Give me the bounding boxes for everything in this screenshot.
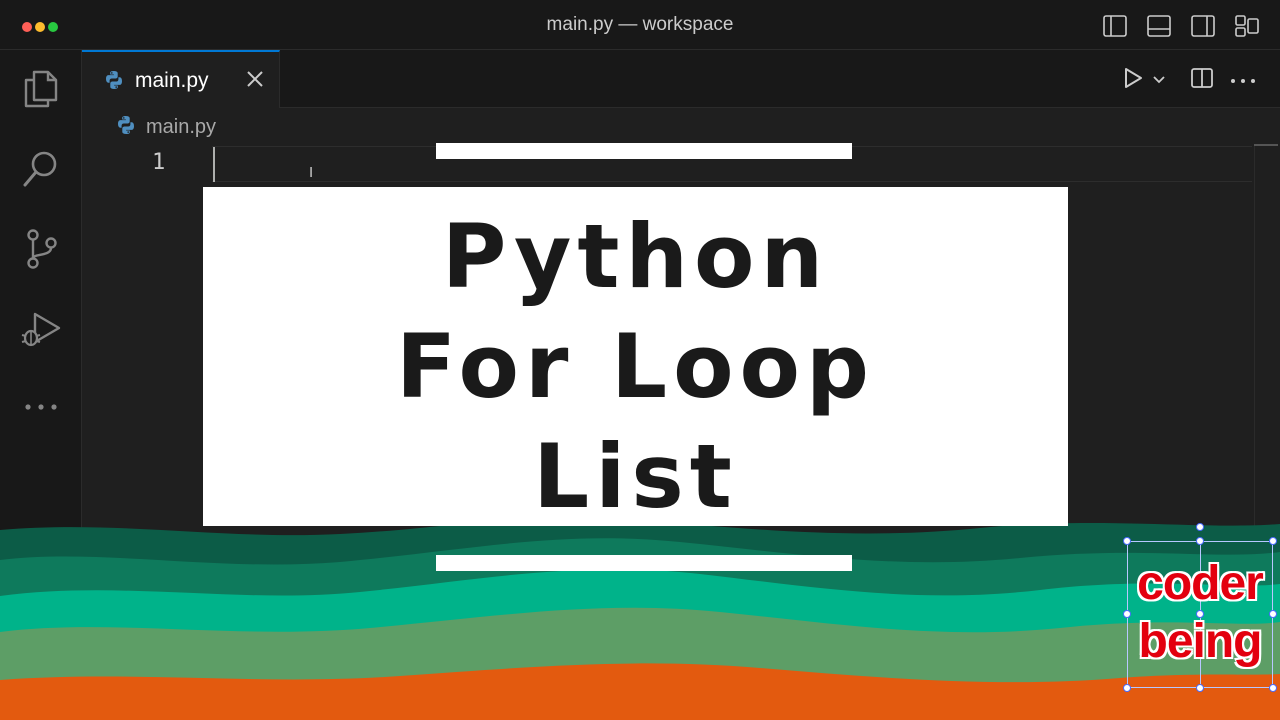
line-number: 1 xyxy=(152,150,166,175)
explorer-icon[interactable] xyxy=(18,66,64,112)
close-icon[interactable] xyxy=(245,69,265,89)
resize-handle[interactable] xyxy=(1196,684,1204,692)
more-icon[interactable] xyxy=(18,384,64,430)
resize-handle[interactable] xyxy=(1123,684,1131,692)
run-and-debug-icon[interactable] xyxy=(18,306,64,352)
title-line-3: List xyxy=(533,425,738,528)
decorative-bar-top xyxy=(436,143,852,159)
python-icon xyxy=(116,115,136,140)
customize-layout-icon[interactable] xyxy=(1234,13,1260,39)
more-actions-icon[interactable] xyxy=(1230,72,1256,90)
scrollbar-track[interactable] xyxy=(1254,146,1255,526)
wave-background xyxy=(0,517,1280,720)
resize-handle[interactable] xyxy=(1196,537,1204,545)
ibeam-cursor-icon: Ⅰ xyxy=(309,164,314,180)
decorative-bar-bottom xyxy=(436,555,852,571)
search-icon[interactable] xyxy=(18,146,64,192)
breadcrumb[interactable]: main.py xyxy=(116,114,216,140)
logo-line-2: being xyxy=(1138,615,1263,668)
tab-label: main.py xyxy=(135,69,209,92)
tab-main-py[interactable]: main.py xyxy=(82,50,280,108)
source-control-icon[interactable] xyxy=(18,226,64,272)
title-line-1: Python xyxy=(441,205,830,308)
tab-bar: main.py xyxy=(82,50,1280,108)
logo-line-1: coder xyxy=(1137,557,1264,610)
resize-handle[interactable] xyxy=(1123,537,1131,545)
text-cursor xyxy=(213,147,215,182)
toggle-panel-icon[interactable] xyxy=(1146,13,1172,39)
resize-handle[interactable] xyxy=(1123,610,1131,618)
editor-actions xyxy=(1122,66,1256,95)
run-icon[interactable] xyxy=(1122,66,1144,95)
title-card: Python For Loop List xyxy=(203,187,1068,528)
toggle-primary-sidebar-icon[interactable] xyxy=(1102,13,1128,39)
resize-handle[interactable] xyxy=(1269,610,1277,618)
resize-handle[interactable] xyxy=(1269,684,1277,692)
breadcrumb-label: main.py xyxy=(146,115,217,138)
resize-handle[interactable] xyxy=(1269,537,1277,545)
title-line-2: For Loop xyxy=(395,315,876,418)
rotate-handle[interactable] xyxy=(1196,523,1204,531)
layout-controls xyxy=(1102,13,1260,39)
toggle-secondary-sidebar-icon[interactable] xyxy=(1190,13,1216,39)
scrollbar-marker[interactable] xyxy=(1254,144,1278,146)
split-editor-icon[interactable] xyxy=(1190,66,1214,95)
chevron-down-icon[interactable] xyxy=(1152,72,1166,90)
python-icon xyxy=(104,70,124,90)
title-bar: main.py — workspace xyxy=(0,0,1280,50)
window-title: main.py — workspace xyxy=(546,14,734,35)
